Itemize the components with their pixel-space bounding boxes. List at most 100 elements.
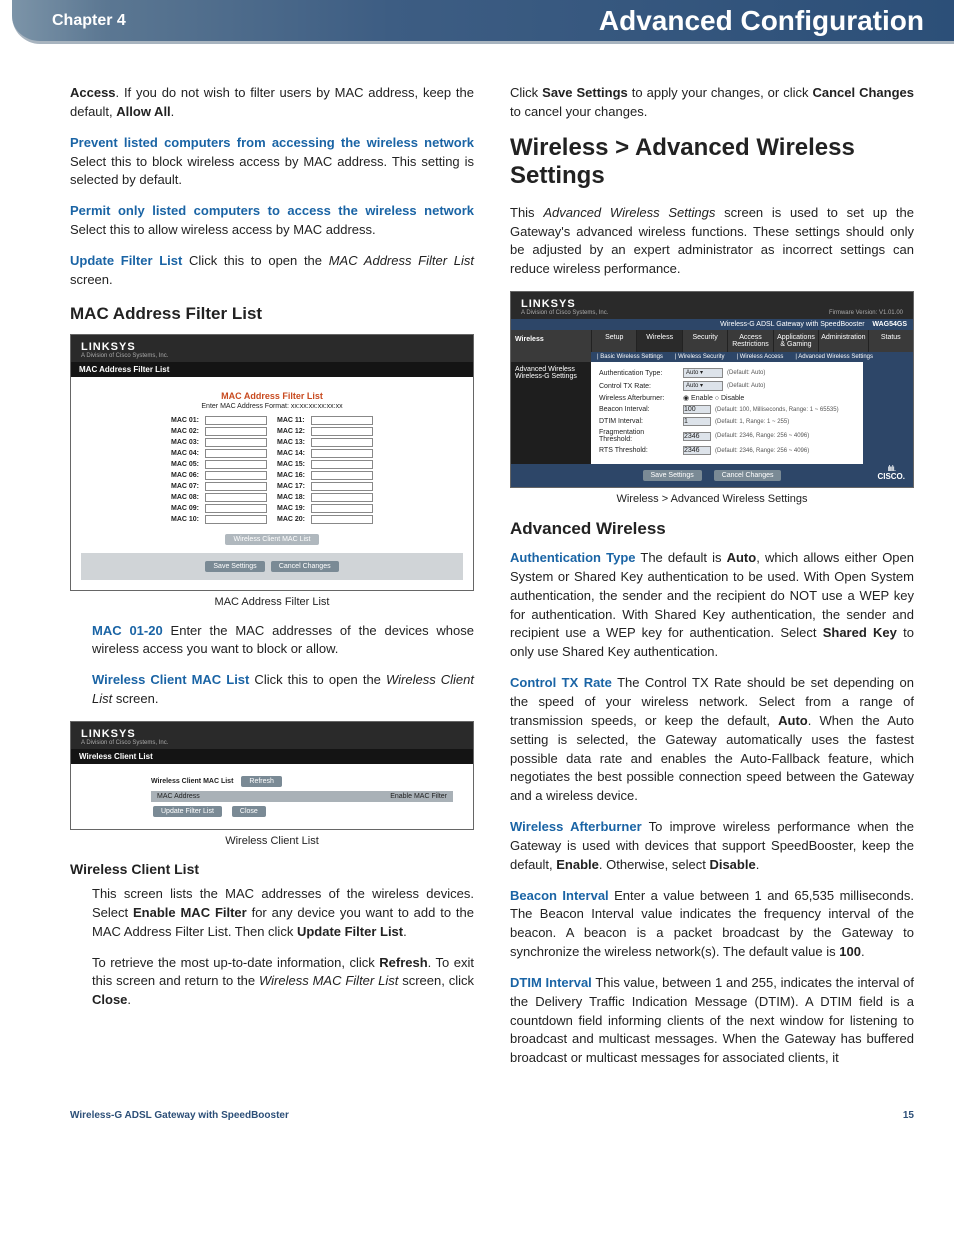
mac-label: MAC 20: xyxy=(277,516,311,523)
para-wcl-refresh: To retrieve the most up-to-date informat… xyxy=(92,954,474,1011)
nav-tab[interactable]: Applications & Gaming xyxy=(773,330,818,352)
banner-title: Advanced Configuration xyxy=(599,5,924,37)
form-hint: (Default: 2346, Range: 256 ~ 4096) xyxy=(715,433,809,439)
brand-subtitle: A Division of Cisco Systems, Inc. xyxy=(521,310,608,316)
caption-mac-filter: MAC Address Filter List xyxy=(70,596,474,608)
sidebar-advanced-wireless: Advanced Wireless xyxy=(515,366,587,373)
brand-subtitle: A Division of Cisco Systems, Inc. xyxy=(81,740,463,746)
wcl-heading: Wireless Client MAC List xyxy=(151,778,233,785)
brand-logo: LINKSYS xyxy=(521,298,608,310)
wireless-client-mac-list-button[interactable]: Wireless Client MAC List xyxy=(225,534,318,545)
mac-label: MAC 08: xyxy=(171,494,205,501)
mac-input[interactable] xyxy=(205,427,267,436)
chapter-label: Chapter 4 xyxy=(52,12,126,30)
mac-label: MAC 05: xyxy=(171,461,205,468)
para-mac0120: MAC 01-20 Enter the MAC addresses of the… xyxy=(92,622,474,660)
cancel-changes-button[interactable]: Cancel Changes xyxy=(271,561,339,572)
para-save-cancel: Click Save Settings to apply your change… xyxy=(510,84,914,122)
form-hint: (Default: Auto) xyxy=(727,383,765,389)
cancel-changes-button[interactable]: Cancel Changes xyxy=(714,470,782,481)
mac-input[interactable] xyxy=(205,493,267,502)
para-permit: Permit only listed computers to access t… xyxy=(70,202,474,240)
mac-format-hint: Enter MAC Address Format: xx:xx:xx:xx:xx… xyxy=(81,403,463,416)
product-name: Wireless-G ADSL Gateway with SpeedBooste… xyxy=(720,321,864,328)
close-button[interactable]: Close xyxy=(232,806,266,817)
mac-input[interactable] xyxy=(205,471,267,480)
nav-subtab[interactable]: | Advanced Wireless Settings xyxy=(789,352,879,362)
nav-section-label: Wireless xyxy=(511,330,591,362)
mac-input[interactable] xyxy=(311,449,373,458)
form-hint: (Default: 100, Milliseconds, Range: 1 ~ … xyxy=(715,407,839,413)
mac-input[interactable] xyxy=(205,416,267,425)
nav-tab[interactable]: Administration xyxy=(818,330,867,352)
save-settings-button[interactable]: Save Settings xyxy=(643,470,702,481)
nav-tab[interactable]: Setup xyxy=(591,330,636,352)
update-filter-list-button[interactable]: Update Filter List xyxy=(153,806,222,817)
mac-input[interactable] xyxy=(311,438,373,447)
form-label: RTS Threshold: xyxy=(599,447,679,454)
para-update-filter: Update Filter List Click this to open th… xyxy=(70,252,474,290)
nav-subtab[interactable]: | Wireless Security xyxy=(669,352,731,362)
mac-label: MAC 14: xyxy=(277,450,311,457)
form-hint: (Default: Auto) xyxy=(727,370,765,376)
form-select[interactable]: Auto ▾ xyxy=(683,368,723,378)
form-input[interactable]: 2346 xyxy=(683,446,711,455)
para-auth-type: Authentication Type The default is Auto,… xyxy=(510,549,914,662)
model-name: WAG54GS xyxy=(872,321,907,328)
mac-input[interactable] xyxy=(311,460,373,469)
mac-label: MAC 10: xyxy=(171,516,205,523)
form-input[interactable]: 100 xyxy=(683,405,711,414)
para-dtim: DTIM Interval This value, between 1 and … xyxy=(510,974,914,1068)
mac-input[interactable] xyxy=(205,504,267,513)
mac-label: MAC 12: xyxy=(277,428,311,435)
right-column: Click Save Settings to apply your change… xyxy=(510,84,914,1080)
form-select[interactable]: Auto ▾ xyxy=(683,381,723,391)
save-settings-button[interactable]: Save Settings xyxy=(205,561,264,572)
nav-tab[interactable]: Status xyxy=(868,330,913,352)
form-label: Authentication Type: xyxy=(599,370,679,377)
footer-product: Wireless-G ADSL Gateway with SpeedBooste… xyxy=(70,1110,289,1121)
mac-input[interactable] xyxy=(311,427,373,436)
mac-label: MAC 06: xyxy=(171,472,205,479)
page-number: 15 xyxy=(903,1110,914,1121)
para-access: Access. If you do not wish to filter use… xyxy=(70,84,474,122)
mac-input[interactable] xyxy=(205,449,267,458)
mac-input[interactable] xyxy=(311,515,373,524)
brand-logo: LINKSYS xyxy=(81,728,463,740)
mac-label: MAC 18: xyxy=(277,494,311,501)
para-wcl-open: Wireless Client MAC List Click this to o… xyxy=(92,671,474,709)
screenshot-wireless-client-list: LINKSYS A Division of Cisco Systems, Inc… xyxy=(70,721,474,830)
screenshot-advanced-wireless: LINKSYS A Division of Cisco Systems, Inc… xyxy=(510,291,914,488)
mac-input[interactable] xyxy=(311,416,373,425)
mac-input[interactable] xyxy=(311,493,373,502)
nav-tab[interactable]: Security xyxy=(682,330,727,352)
para-wcl-desc: This screen lists the MAC addresses of t… xyxy=(92,885,474,942)
mac-label: MAC 16: xyxy=(277,472,311,479)
mac-input[interactable] xyxy=(205,515,267,524)
tab-wireless-client-list: Wireless Client List xyxy=(71,749,473,764)
nav-subtab[interactable]: | Basic Wireless Settings xyxy=(591,352,669,362)
mac-label: MAC 03: xyxy=(171,439,205,446)
mac-input[interactable] xyxy=(311,504,373,513)
form-radio[interactable]: ◉ Enable ○ Disable xyxy=(683,394,744,402)
form-input[interactable]: 1 xyxy=(683,417,711,426)
heading-wcl: Wireless Client List xyxy=(70,861,474,877)
caption-wcl: Wireless Client List xyxy=(70,835,474,847)
nav-tab[interactable]: Access Restrictions xyxy=(727,330,772,352)
refresh-button[interactable]: Refresh xyxy=(241,776,282,787)
nav-subtab[interactable]: | Wireless Access xyxy=(731,352,790,362)
para-aws-intro: This Advanced Wireless Settings screen i… xyxy=(510,204,914,279)
mac-input[interactable] xyxy=(205,438,267,447)
mac-input[interactable] xyxy=(311,471,373,480)
nav-tab[interactable]: Wireless xyxy=(636,330,681,352)
mac-input[interactable] xyxy=(205,460,267,469)
form-input[interactable]: 2346 xyxy=(683,432,711,441)
mac-label: MAC 11: xyxy=(277,417,311,424)
mac-label: MAC 17: xyxy=(277,483,311,490)
mac-input[interactable] xyxy=(205,482,267,491)
form-label: DTIM Interval: xyxy=(599,418,679,425)
mac-label: MAC 09: xyxy=(171,505,205,512)
para-afterburner: Wireless Afterburner To improve wireless… xyxy=(510,818,914,875)
sidebar-wireless-g-settings: Wireless-G Settings xyxy=(515,373,587,380)
mac-input[interactable] xyxy=(311,482,373,491)
